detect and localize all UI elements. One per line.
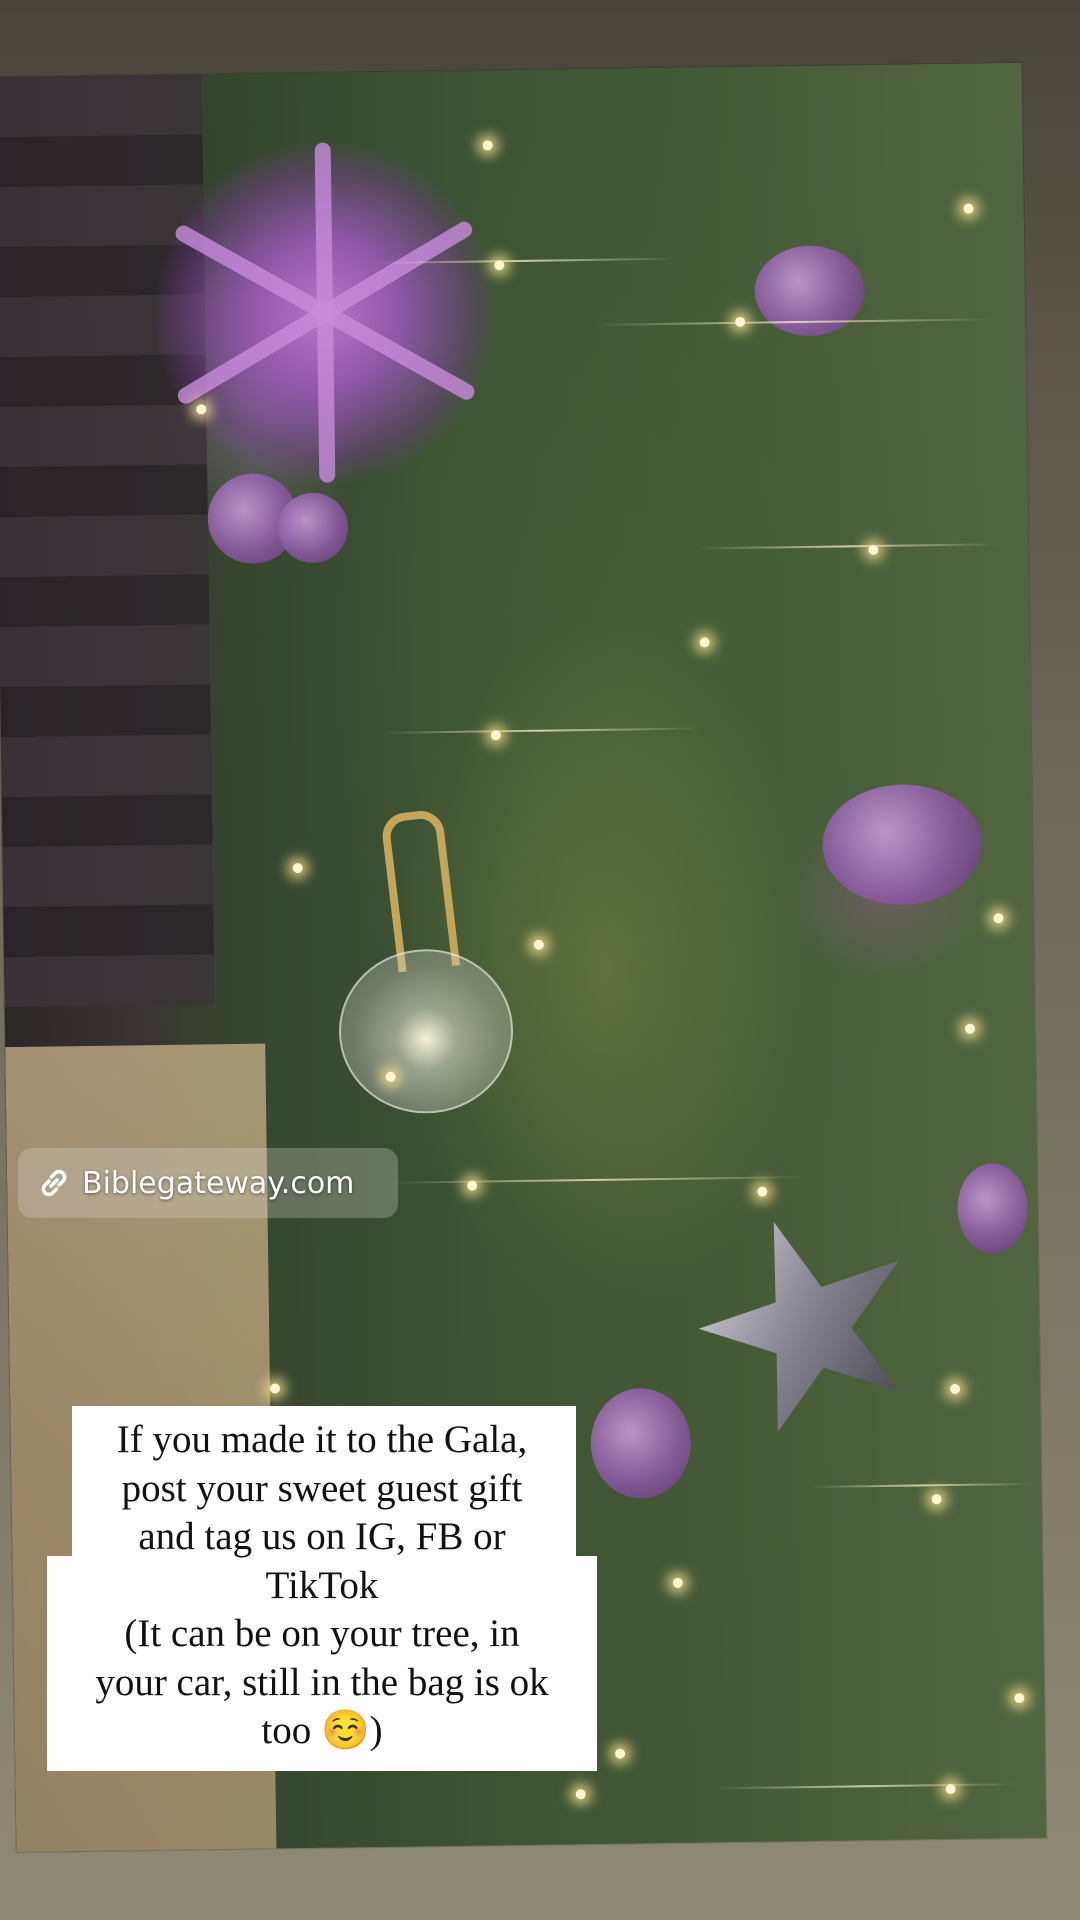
tree-light xyxy=(269,1383,281,1394)
tree-light xyxy=(615,1748,626,1759)
tree-light xyxy=(963,203,974,214)
tree-light xyxy=(757,1186,768,1197)
curtain-background xyxy=(0,74,215,1008)
tree-light xyxy=(945,1783,956,1795)
tree-light xyxy=(735,316,746,327)
purple-berry-cluster xyxy=(277,492,349,564)
tree-light xyxy=(575,1789,586,1800)
tree-light xyxy=(1014,1693,1025,1704)
light-flare xyxy=(811,1482,1032,1488)
purple-berry-cluster xyxy=(956,1162,1029,1254)
link-icon xyxy=(36,1165,72,1201)
tree-light xyxy=(292,863,303,874)
purple-snowflake-ornament xyxy=(152,140,498,486)
tree-light xyxy=(699,637,710,648)
tree-light xyxy=(494,260,505,271)
tree-light xyxy=(467,1180,478,1191)
tree-light xyxy=(964,1023,976,1034)
tree-light xyxy=(931,1494,942,1505)
tree-light xyxy=(533,939,544,950)
purple-berry-cluster xyxy=(590,1387,692,1500)
tree-light xyxy=(490,730,501,741)
glass-disc-ornament xyxy=(337,948,515,1115)
silver-star-ornament xyxy=(670,1186,949,1465)
link-sticker[interactable]: Biblegateway.com xyxy=(18,1148,398,1218)
tree-light xyxy=(868,544,879,556)
light-flare xyxy=(715,1783,1016,1790)
story-caption: If you made it to the Gala, post your sw… xyxy=(95,1418,549,1752)
tree-light xyxy=(672,1577,683,1588)
tree-light xyxy=(196,404,207,415)
tree-light xyxy=(482,140,493,151)
purple-berry-cluster xyxy=(821,783,984,906)
light-flare xyxy=(698,543,999,550)
tree-light xyxy=(385,1071,396,1082)
link-sticker-text: Biblegateway.com xyxy=(82,1165,355,1201)
light-flare xyxy=(387,1175,808,1184)
light-flare xyxy=(380,727,701,734)
gold-ribbon xyxy=(379,808,461,973)
tree-light xyxy=(949,1383,961,1395)
tree-light xyxy=(993,913,1004,924)
